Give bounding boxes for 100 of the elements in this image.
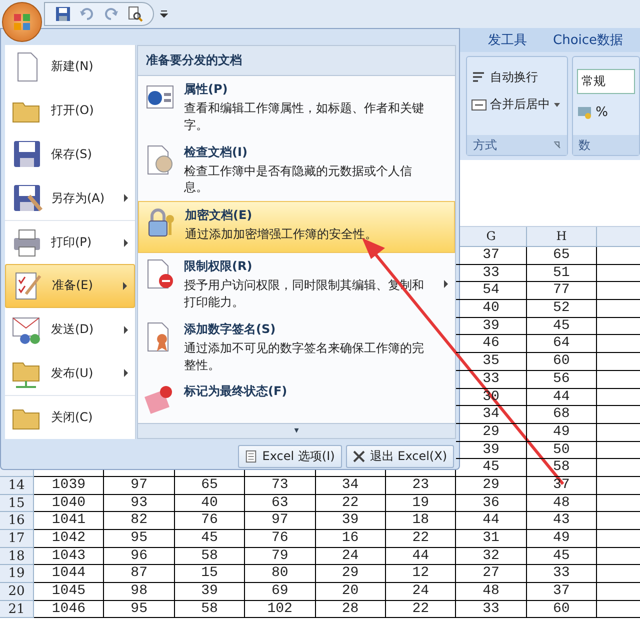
menu-item[interactable]: 另存为(A) <box>5 176 135 220</box>
table-cell: 60 <box>526 600 598 618</box>
table-cell: 58 <box>174 600 246 618</box>
table-cell: 95 <box>104 600 175 618</box>
table-cell: 79 <box>245 548 316 566</box>
percent-button[interactable]: % <box>596 104 608 120</box>
table-cell: 73 <box>245 476 316 495</box>
table-cell: 19 <box>386 494 456 512</box>
row-header[interactable]: 14 <box>0 476 34 495</box>
menu-item[interactable]: 加密文档(E) 通过添加加密增强工作簿的安全性。 <box>138 201 455 254</box>
table-cell: 22 <box>316 494 386 512</box>
currency-icon[interactable] <box>576 104 593 120</box>
table-cell: 1044 <box>34 565 104 584</box>
submenu-title: 准备要分发的文档 <box>138 46 455 76</box>
submenu-arrow-icon <box>123 238 129 247</box>
row-header[interactable]: 18 <box>0 548 34 566</box>
table-cell: 1043 <box>34 548 104 566</box>
printer-icon <box>11 226 43 259</box>
table-cell: 36 <box>456 494 527 512</box>
menu-item-description: 查看和编辑工作簿属性，如标题、作者和关键字。 <box>184 100 425 134</box>
table-cell: 96 <box>104 548 175 566</box>
menu-item-description: 通过添加不可见的数字签名来确保工作簿的完整性。 <box>184 340 425 374</box>
table-cell: 45 <box>174 530 246 548</box>
table-cell: 102 <box>245 600 316 618</box>
table-cell: 34 <box>316 476 386 495</box>
number-format-dropdown[interactable]: 常规 <box>576 69 635 94</box>
table-cell: 37 <box>526 583 598 601</box>
menu-item[interactable]: 关闭(C) <box>5 395 135 440</box>
menu-item-description: 检查工作簿中是否有隐藏的元数据或个人信息。 <box>184 162 413 196</box>
table-cell: 40 <box>174 494 246 512</box>
submenu-arrow-icon <box>443 280 449 288</box>
row-header[interactable]: 21 <box>0 600 34 618</box>
table-cell: 22 <box>386 600 456 618</box>
table-cell: 97 <box>245 512 316 530</box>
menu-item[interactable]: 新建(N) <box>5 45 135 89</box>
row-header[interactable]: 15 <box>0 494 34 512</box>
group-label: 方式 <box>473 136 497 154</box>
row-header[interactable]: 16 <box>0 512 34 530</box>
table-cell: 29 <box>456 476 527 495</box>
dialog-launcher-icon[interactable] <box>552 141 561 149</box>
menu-item[interactable]: 发送(D) <box>5 308 135 352</box>
table-cell: 44 <box>456 512 527 530</box>
table-cell: 80 <box>245 565 316 584</box>
menu-item[interactable]: 准备(E) <box>5 264 135 308</box>
menu-item[interactable]: 打开(O) <box>5 88 135 133</box>
table-cell: 95 <box>104 530 175 548</box>
table-cell: 33 <box>526 565 598 584</box>
table-cell: 29 <box>316 565 386 584</box>
table-cell: 28 <box>316 600 386 618</box>
save-icon[interactable] <box>55 6 71 22</box>
table-cell: 76 <box>245 530 316 548</box>
row-header[interactable]: 17 <box>0 530 34 548</box>
merge-center-button[interactable]: 合并后居中 <box>471 96 563 113</box>
ribbon-tab[interactable]: 发工具 <box>488 31 527 49</box>
table-cell: 87 <box>104 565 175 584</box>
table-cell: 1040 <box>34 494 104 512</box>
table-cell: 50 <box>526 442 598 460</box>
wrap-text-button[interactable]: 自动换行 <box>471 69 563 86</box>
table-cell: 44 <box>386 548 456 566</box>
menu-item[interactable]: 检查文档(I) 检查工作簿中是否有隐藏的元数据或个人信息。 <box>138 138 455 202</box>
table-cell: 24 <box>386 583 456 601</box>
redo-icon[interactable] <box>103 6 119 22</box>
table-cell: 33 <box>456 600 527 618</box>
table-cell: 56 <box>526 370 598 388</box>
table-cell: 44 <box>526 388 598 406</box>
table-cell: 77 <box>526 282 598 300</box>
table-cell: 58 <box>526 459 598 477</box>
row-header[interactable]: 20 <box>0 583 34 601</box>
menu-item-title: 属性(P) <box>184 81 229 98</box>
column-header[interactable]: H <box>526 227 598 247</box>
ribbon-tab[interactable]: Choice数据 <box>553 31 624 49</box>
submenu-arrow-icon <box>123 326 129 334</box>
scroll-down-button[interactable]: ▾ <box>138 423 455 438</box>
row-header[interactable]: 19 <box>0 565 34 584</box>
table-cell: 64 <box>526 335 598 354</box>
table-cell: 43 <box>526 512 598 530</box>
table-cell: 68 <box>526 406 598 424</box>
table-cell: 97 <box>104 476 175 495</box>
menu-item[interactable]: 打印(P) <box>5 220 135 264</box>
logo-icon <box>12 12 32 32</box>
menu-item-title: 标记为最终状态(F) <box>184 383 288 400</box>
table-cell: 48 <box>526 494 598 512</box>
table-cell: 60 <box>526 353 598 371</box>
menu-item[interactable]: 属性(P) 查看和编辑工作簿属性，如标题、作者和关键字。 <box>138 76 455 139</box>
customize-dropdown-icon[interactable] <box>160 10 168 18</box>
table-cell: 52 <box>526 300 598 318</box>
print-preview-icon[interactable] <box>127 6 143 22</box>
table-cell: 98 <box>104 583 175 601</box>
menu-item[interactable]: 发布(U) <box>5 351 135 396</box>
menu-item[interactable]: 保存(S) <box>5 132 135 176</box>
table-cell: 20 <box>316 583 386 601</box>
table-cell: 49 <box>526 530 598 548</box>
undo-icon[interactable] <box>79 6 95 22</box>
merge-cells-icon <box>471 96 487 112</box>
menu-item[interactable]: 标记为最终状态(F) <box>138 378 455 423</box>
menu-item-title: 添加数字签名(S) <box>184 320 277 338</box>
menu-item[interactable]: 添加数字签名(S) 通过添加不可见的数字签名来确保工作簿的完整性。 <box>138 316 455 378</box>
table-cell: 1042 <box>34 530 104 548</box>
excel-options-button[interactable]: Excel 选项(I) <box>238 445 342 468</box>
exit-excel-button[interactable]: 退出 Excel(X) <box>346 445 454 468</box>
